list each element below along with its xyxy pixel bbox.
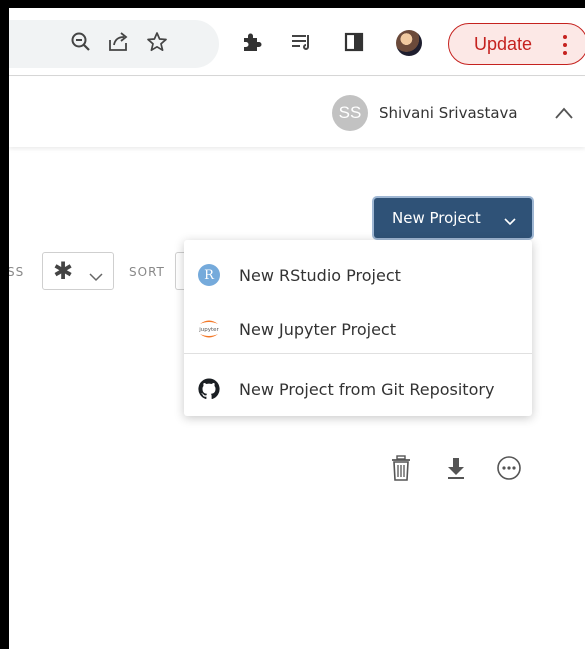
more-icon[interactable] [496,454,522,482]
github-icon [197,377,221,401]
access-filter-select[interactable]: ✱ [42,252,114,290]
trash-icon[interactable] [388,454,414,482]
chevron-down-icon [504,212,516,230]
new-project-dropdown: R New RStudio Project jupyter New Jupyte… [184,240,532,416]
app-header: SS Shivani Srivastava [9,77,585,147]
reading-list-icon[interactable] [289,30,313,54]
chevron-up-icon[interactable] [554,105,574,124]
menu-item-label: New Jupyter Project [239,319,396,339]
svg-text:jupyter: jupyter [198,327,219,333]
side-panel-icon[interactable] [342,30,366,54]
menu-item-new-project-from-git[interactable]: New Project from Git Repository [184,362,532,416]
extensions-puzzle-icon[interactable] [239,30,263,54]
zoom-out-icon[interactable] [69,30,93,54]
menu-divider [184,353,532,354]
jupyter-icon: jupyter [197,317,221,341]
browser-window: Update SS Shivani Srivastava New Project… [9,8,585,649]
access-filter-value: ✱ [53,257,74,285]
chevron-down-icon [89,267,103,286]
browser-profile-avatar[interactable] [396,30,422,56]
menu-item-label: New RStudio Project [239,265,401,285]
new-project-button[interactable]: New Project [374,198,532,238]
r-icon: R [197,263,221,287]
menu-dots-icon [562,35,568,55]
update-label: Update [474,33,533,54]
menu-item-new-rstudio-project[interactable]: R New RStudio Project [184,248,532,302]
sort-label: SORT [129,265,165,279]
menu-item-label: New Project from Git Repository [239,379,495,399]
access-filter-label: SS [9,265,25,279]
user-name[interactable]: Shivani Srivastava [379,104,518,122]
browser-toolbar: Update [9,8,585,76]
menu-item-new-jupyter-project[interactable]: jupyter New Jupyter Project [184,302,532,356]
update-button[interactable]: Update [448,23,585,65]
download-icon[interactable] [443,454,469,482]
new-project-label: New Project [392,209,481,227]
bookmark-star-icon[interactable] [145,30,169,54]
filter-bar: SS ✱ SORT [9,250,209,300]
share-icon[interactable] [106,30,130,54]
user-avatar[interactable]: SS [332,95,368,131]
